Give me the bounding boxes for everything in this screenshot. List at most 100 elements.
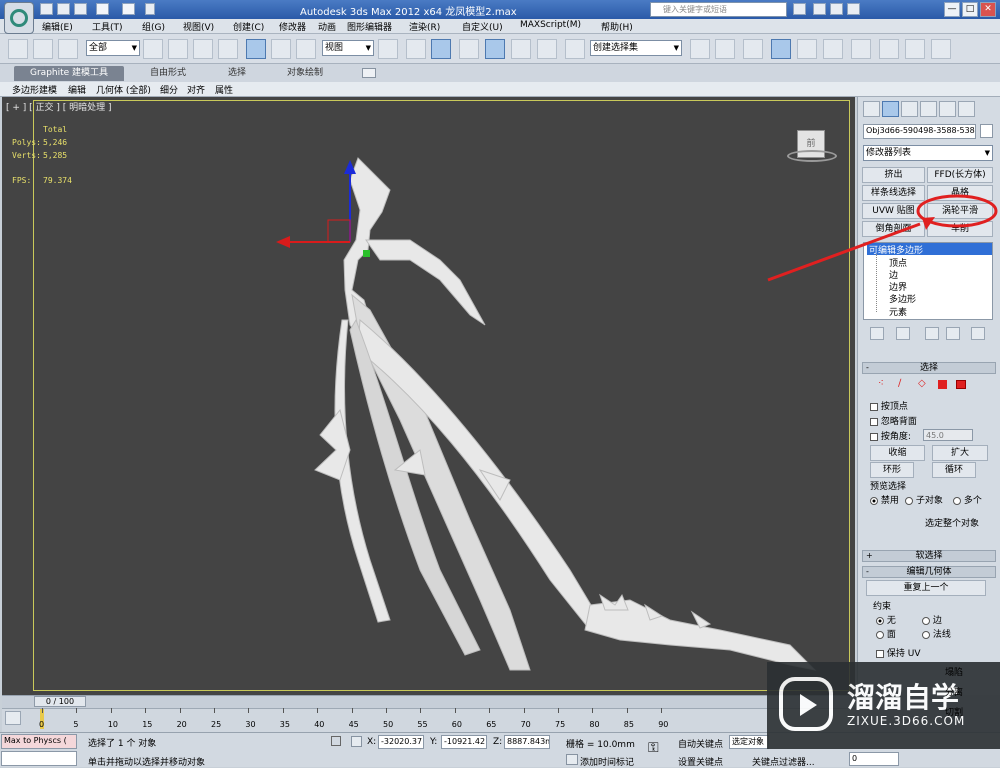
border-mode-icon[interactable]: ◇ (918, 378, 930, 389)
auto-key-button[interactable]: 自动关键点 (678, 737, 723, 750)
object-name-field[interactable]: Obj3d66-590498-3588-538 (863, 124, 976, 139)
redo-icon[interactable] (122, 3, 135, 15)
ribbon-properties[interactable]: 属性 (215, 83, 233, 96)
render-production-icon[interactable] (931, 39, 951, 59)
y-coordinate-field[interactable]: -10921.42 (441, 735, 487, 749)
reference-coord-dropdown[interactable]: 视图 (322, 40, 374, 56)
quick-access-dropdown-icon[interactable] (145, 3, 155, 15)
motion-tab-icon[interactable] (920, 101, 937, 117)
constraint-none-radio[interactable]: 无 (876, 613, 896, 626)
repeat-last-button[interactable]: 重复上一个 (866, 580, 986, 596)
percent-snap-icon[interactable] (511, 39, 531, 59)
ignore-backfacing-checkbox[interactable]: 忽略背面 (870, 414, 917, 427)
menu-group[interactable]: 组(G) (142, 20, 165, 33)
partial-label-detach[interactable]: 分离 (945, 685, 963, 698)
ribbon-options-icon[interactable] (362, 68, 376, 78)
script-listener-output[interactable] (1, 751, 77, 766)
help-icon[interactable] (847, 3, 860, 15)
window-crossing-icon[interactable] (218, 39, 238, 59)
polygon-mode-icon[interactable] (938, 380, 947, 389)
graphite-toggle-icon[interactable] (771, 39, 791, 59)
search-button-icon[interactable] (793, 3, 806, 15)
set-key-button[interactable]: 设置关键点 (678, 755, 723, 768)
constraint-face-radio[interactable]: 面 (876, 627, 896, 640)
preview-disabled-radio[interactable]: 禁用 (870, 493, 899, 506)
menu-modifiers[interactable]: 修改器 (279, 20, 306, 33)
ribbon-geometry-all[interactable]: 几何体 (全部) (96, 83, 151, 96)
minimize-button[interactable]: — (944, 2, 960, 17)
hierarchy-tab-icon[interactable] (901, 101, 918, 117)
shrink-button[interactable]: 收缩 (870, 445, 925, 461)
select-and-link-icon[interactable] (8, 39, 28, 59)
tab-graphite[interactable]: Graphite 建模工具 (14, 66, 125, 81)
angle-snap-icon[interactable] (485, 39, 505, 59)
key-filters-button[interactable]: 关键点过滤器... (752, 755, 815, 768)
keyboard-shortcut-icon[interactable] (431, 39, 451, 59)
tab-freeform[interactable]: 自由形式 (134, 66, 202, 81)
menu-create[interactable]: 创建(C) (233, 20, 264, 33)
save-file-icon[interactable] (74, 3, 87, 15)
unlink-icon[interactable] (33, 39, 53, 59)
bind-space-warp-icon[interactable] (58, 39, 78, 59)
menu-help[interactable]: 帮助(H) (601, 20, 633, 33)
tab-selection[interactable]: 选择 (212, 66, 262, 81)
spinner-snap-icon[interactable] (537, 39, 557, 59)
named-selection-dropdown[interactable]: 创建选择集 (590, 40, 682, 56)
phoenix-model[interactable] (270, 150, 830, 695)
viewport-label[interactable]: [ + ] [ 正交 ] [ 明暗处理 ] (6, 100, 112, 113)
vertex-mode-icon[interactable]: ⁖ (878, 378, 890, 389)
ring-button[interactable]: 环形 (870, 462, 914, 478)
close-button[interactable]: ✕ (980, 2, 996, 17)
create-tab-icon[interactable] (863, 101, 880, 117)
material-editor-icon[interactable] (851, 39, 871, 59)
make-unique-icon[interactable] (925, 327, 939, 340)
partial-label-collapse[interactable]: 塌陷 (945, 665, 963, 678)
x-coordinate-field[interactable]: -32020.37 (378, 735, 424, 749)
script-listener-field[interactable]: Max to Physcs ( (1, 734, 77, 749)
new-file-icon[interactable] (40, 3, 53, 15)
constraint-edge-radio[interactable]: 边 (922, 613, 942, 626)
ribbon-polygon-modeling[interactable]: 多边形建模 (12, 83, 57, 96)
menu-edit[interactable]: 编辑(E) (42, 20, 73, 33)
menu-rendering[interactable]: 渲染(R) (409, 20, 440, 33)
preview-subobject-radio[interactable]: 子对象 (905, 493, 943, 506)
app-logo-icon[interactable] (4, 2, 34, 34)
grow-button[interactable]: 扩大 (932, 445, 988, 461)
key-icon[interactable]: ⚿ (648, 740, 670, 756)
menu-animation[interactable]: 动画 (318, 20, 336, 33)
by-angle-checkbox[interactable]: 按角度: (870, 429, 911, 442)
time-slider-track[interactable] (2, 695, 855, 708)
modifier-extrude-button[interactable]: 挤出 (862, 167, 925, 183)
menu-customize[interactable]: 自定义(U) (462, 20, 503, 33)
pin-stack-icon[interactable] (870, 327, 884, 340)
rendered-frame-icon[interactable] (905, 39, 925, 59)
preserve-uv-checkbox[interactable]: 保持 UV (876, 646, 920, 659)
rollout-selection[interactable]: - 选择 (862, 362, 996, 374)
configure-modifier-sets-icon[interactable] (971, 327, 985, 340)
constraint-normal-radio[interactable]: 法线 (922, 627, 951, 640)
preview-multiple-radio[interactable]: 多个 (953, 493, 982, 506)
stack-element[interactable]: 元素 (889, 305, 907, 318)
select-by-name-icon[interactable] (168, 39, 188, 59)
angle-spinner[interactable]: 45.0 (923, 429, 973, 441)
selected-object-dropdown[interactable]: 选定对象 (729, 735, 769, 749)
undo-icon[interactable] (96, 3, 109, 15)
select-and-move-icon[interactable] (246, 39, 266, 59)
display-tab-icon[interactable] (939, 101, 956, 117)
rollout-edit-geometry[interactable]: - 编辑几何体 (862, 566, 996, 578)
align-icon[interactable] (715, 39, 735, 59)
loop-button[interactable]: 循环 (932, 462, 976, 478)
modifier-ffd-button[interactable]: FFD(长方体) (927, 167, 993, 183)
object-color-swatch[interactable] (980, 124, 993, 138)
snaps-toggle-icon[interactable] (459, 39, 479, 59)
viewcube-ring[interactable] (787, 150, 837, 162)
select-and-rotate-icon[interactable] (271, 39, 291, 59)
render-setup-icon[interactable] (879, 39, 899, 59)
element-mode-icon[interactable] (956, 380, 966, 389)
layer-manager-icon[interactable] (743, 39, 763, 59)
z-coordinate-field[interactable]: 8887.843m (504, 735, 550, 749)
schematic-view-icon[interactable] (823, 39, 843, 59)
select-and-scale-icon[interactable] (296, 39, 316, 59)
rollout-soft-selection[interactable]: + 软选择 (862, 550, 996, 562)
menu-tools[interactable]: 工具(T) (92, 20, 123, 33)
